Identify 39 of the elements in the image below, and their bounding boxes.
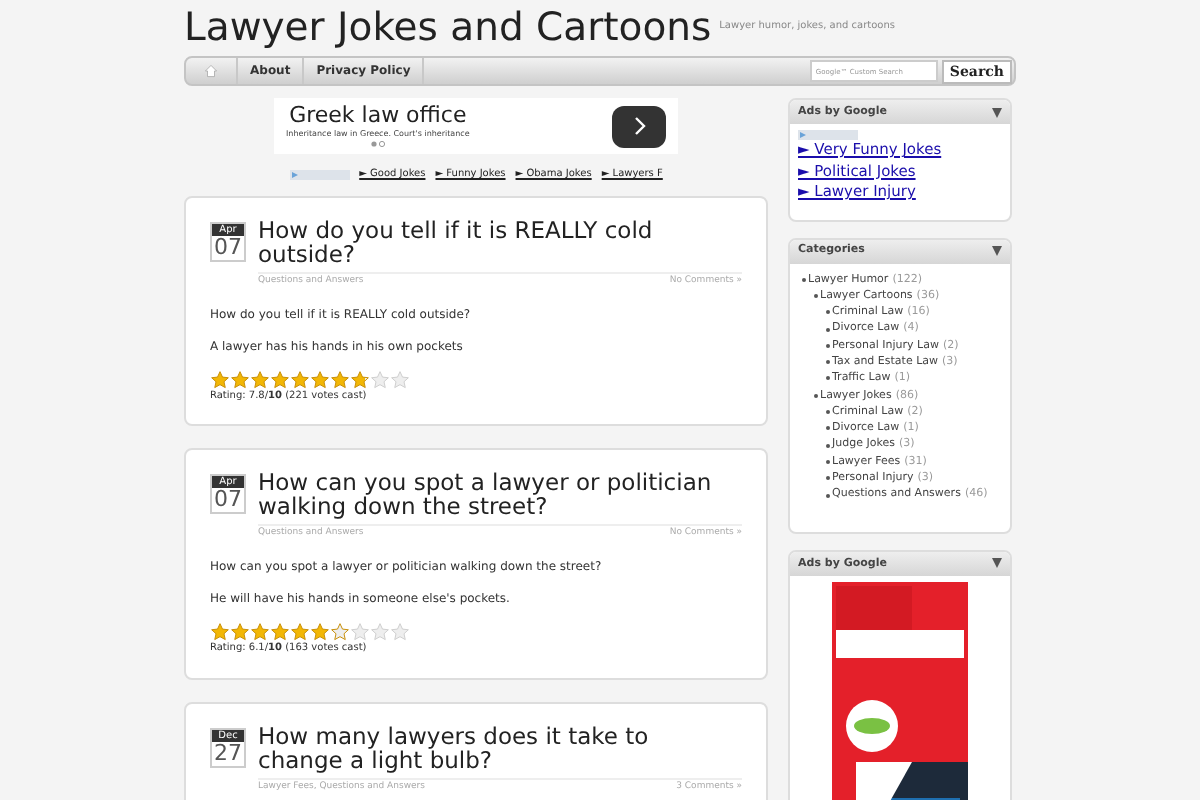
collapse-arrow-icon[interactable]	[992, 107, 1002, 117]
chevron-right-icon	[633, 116, 645, 136]
post-title[interactable]: How do you tell if it is REALLY cold outside?	[258, 218, 742, 266]
triangle-icon	[291, 172, 298, 179]
star-icon[interactable]	[310, 369, 330, 390]
star-icon[interactable]	[370, 369, 390, 390]
triangle-icon	[800, 132, 806, 138]
star-icon[interactable]	[210, 622, 230, 642]
star-icon[interactable]	[210, 369, 230, 390]
adchoices-badge[interactable]	[289, 170, 350, 181]
star-icon[interactable]	[330, 369, 350, 390]
star-icon[interactable]	[390, 622, 410, 642]
star-icon[interactable]	[350, 369, 370, 390]
star-icon[interactable]	[250, 369, 270, 390]
star-icon[interactable]	[230, 369, 250, 390]
site-title[interactable]: Lawyer Jokes and Cartoons	[184, 6, 712, 50]
star-icon[interactable]	[330, 622, 350, 642]
ad-arrow-button[interactable]	[612, 105, 666, 147]
carousel-dots-icon	[367, 140, 388, 148]
star-icon[interactable]	[290, 369, 310, 390]
collapse-arrow-icon[interactable]	[992, 246, 1002, 256]
star-icon[interactable]	[250, 622, 270, 642]
post-title[interactable]: How many lawyers does it take to change a light bulb?	[258, 723, 742, 771]
date-day: 07	[212, 236, 244, 260]
star-icon[interactable]	[230, 622, 250, 642]
star-icon[interactable]	[350, 622, 370, 642]
adchoices-badge[interactable]	[798, 130, 858, 140]
ad-headline[interactable]: Greek law office	[289, 104, 467, 128]
star-icon[interactable]	[270, 622, 290, 642]
star-icon[interactable]	[390, 369, 410, 390]
post-title[interactable]: How can you spot a lawyer or politician walking down the street?	[258, 470, 742, 519]
star-icon[interactable]	[310, 622, 330, 642]
star-icon[interactable]	[290, 622, 310, 642]
home-icon[interactable]	[204, 64, 218, 78]
star-icon[interactable]	[270, 369, 290, 390]
date-day: 27	[212, 741, 244, 765]
date-day: 07	[212, 488, 244, 513]
star-icon[interactable]	[370, 622, 390, 642]
collapse-arrow-icon[interactable]	[992, 558, 1002, 569]
